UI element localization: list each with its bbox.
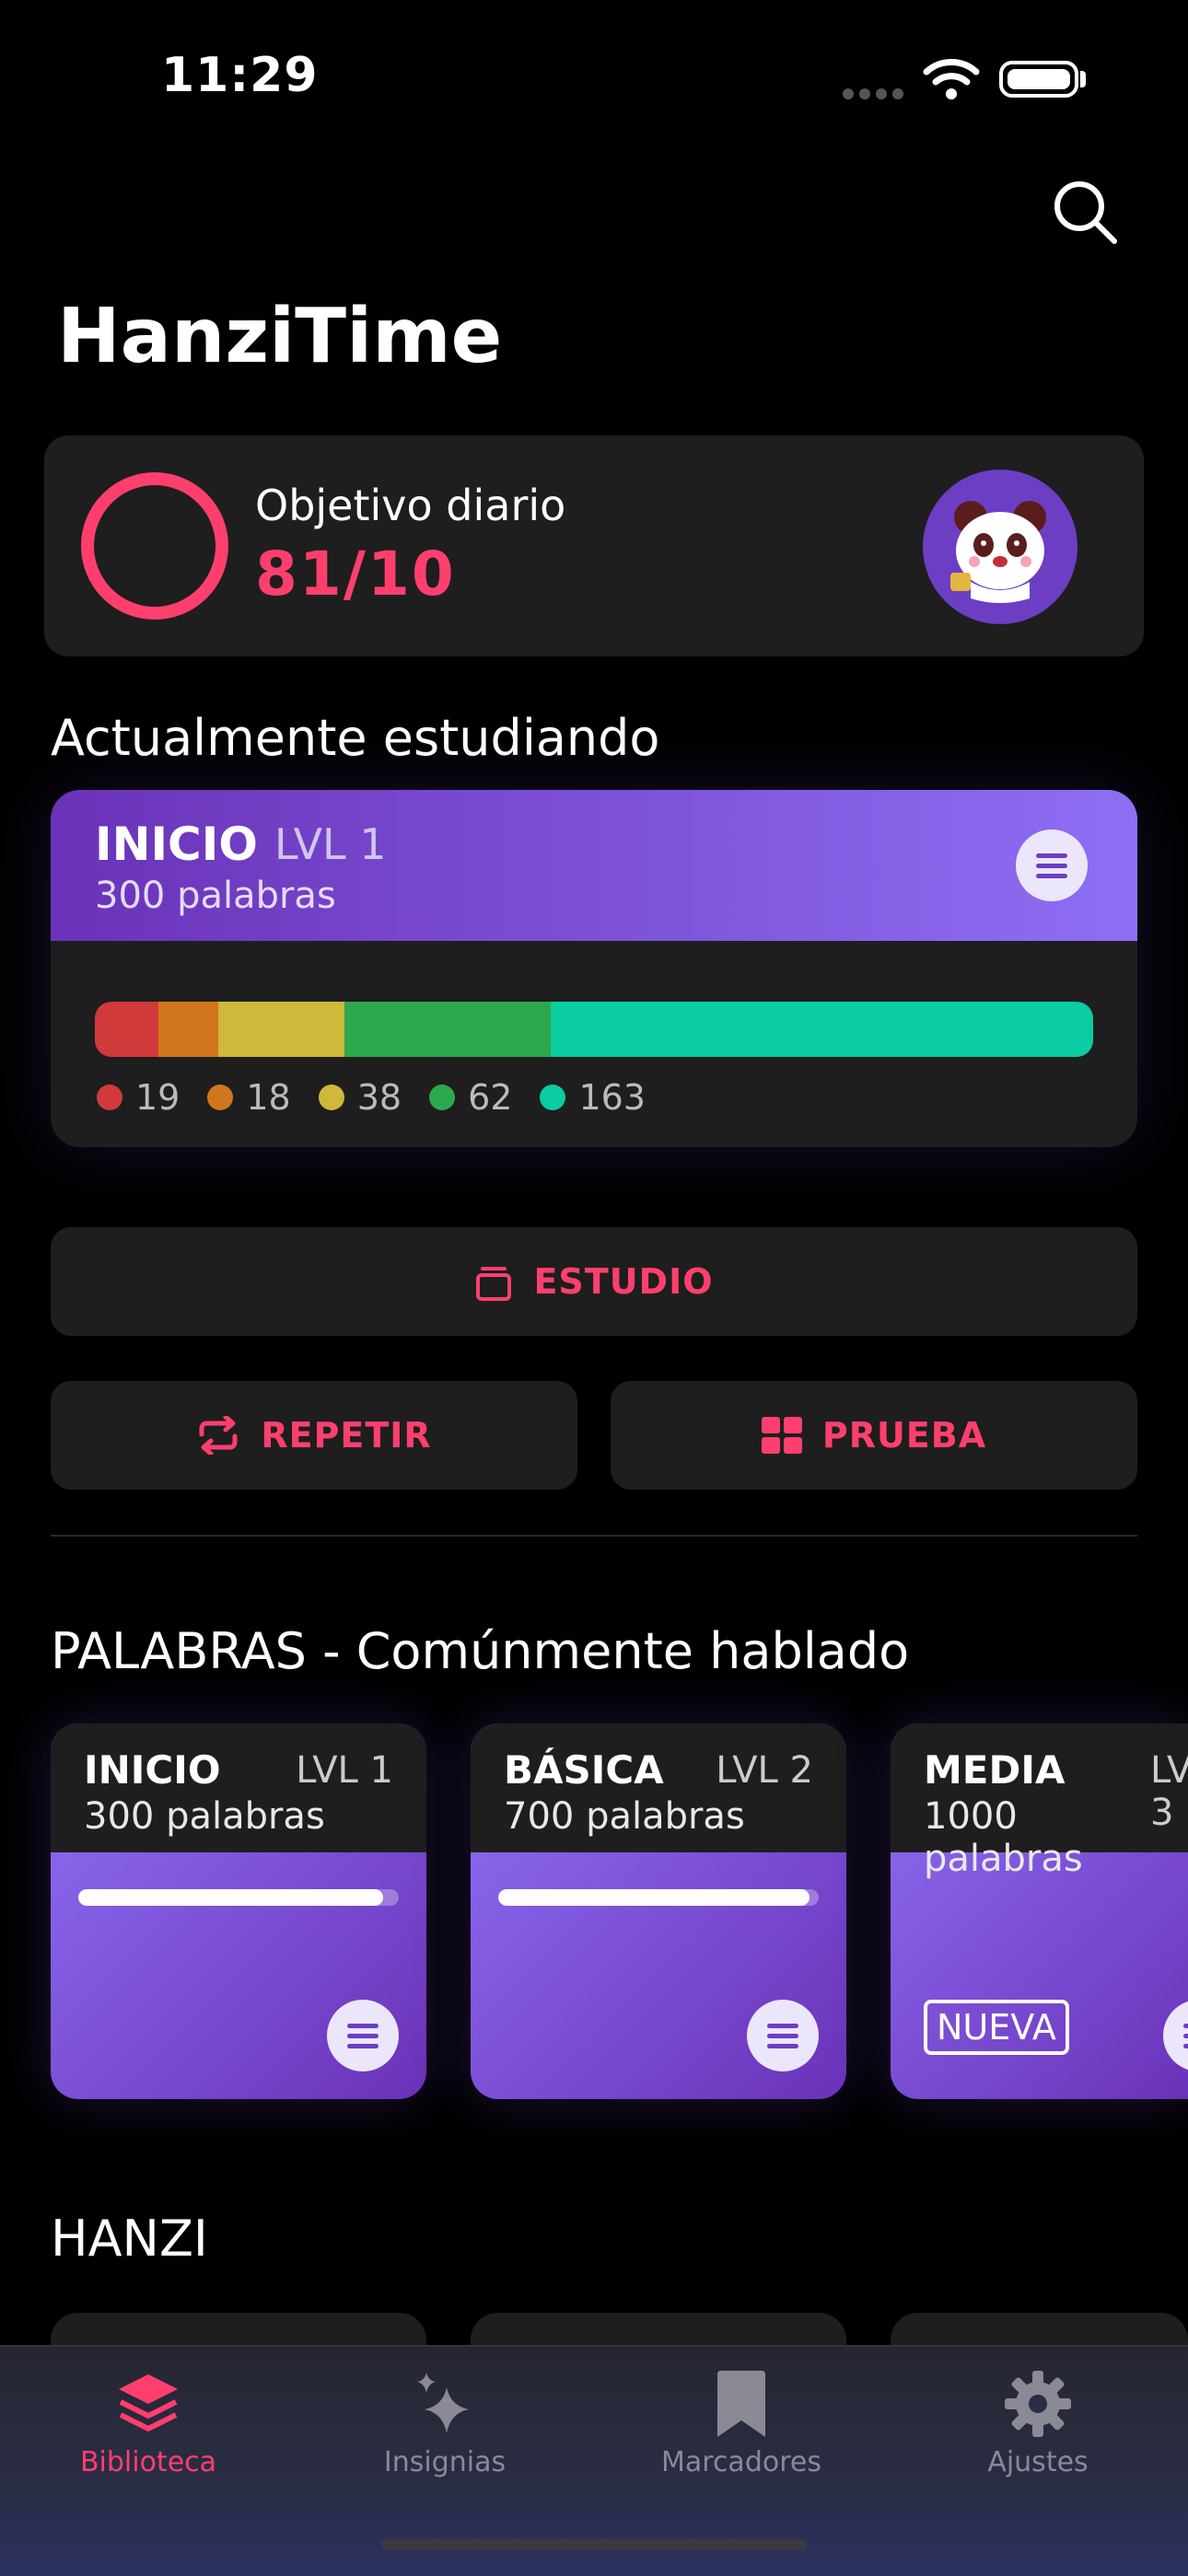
- test-button[interactable]: PRUEBA: [611, 1381, 1137, 1490]
- battery-icon: [999, 61, 1078, 98]
- legend-dot-icon: [429, 1085, 456, 1110]
- study-button[interactable]: ESTUDIO: [51, 1227, 1137, 1336]
- course-tile[interactable]: MEDIA LVL 3 1000 palabras NUEVA: [891, 1723, 1188, 2099]
- course-words: 700 palabras: [504, 1795, 745, 1838]
- progress-segment: [95, 1002, 158, 1057]
- tab-label: Marcadores: [661, 2446, 821, 2478]
- legend-item: 18: [207, 1077, 291, 1118]
- cards-icon: [476, 1267, 512, 1301]
- legend-item: 38: [318, 1077, 402, 1118]
- legend-dot-icon: [540, 1085, 566, 1110]
- words-section-title: PALABRAS - Comúnmente hablado: [51, 1622, 910, 1680]
- current-course-name: INICIO: [95, 818, 258, 871]
- repeat-label: REPETIR: [261, 1415, 432, 1456]
- progress-bar: [95, 1002, 1093, 1057]
- progress-segment: [344, 1002, 551, 1057]
- tab-ajustes[interactable]: Ajustes: [890, 2361, 1186, 2478]
- progress-segment: [217, 1002, 344, 1057]
- legend-count: 38: [356, 1077, 402, 1118]
- tab-label: Insignias: [383, 2446, 507, 2478]
- study-label: ESTUDIO: [533, 1261, 714, 1302]
- legend-dot-icon: [97, 1085, 122, 1110]
- legend-item: 19: [97, 1077, 180, 1118]
- legend-count: 62: [468, 1077, 513, 1118]
- battery-tip: [1080, 71, 1086, 87]
- sparkles-icon: [417, 2373, 469, 2433]
- grid-icon: [761, 1417, 802, 1454]
- current-course-list-button[interactable]: [1016, 830, 1088, 901]
- legend-count: 163: [578, 1077, 646, 1118]
- progress-legend: 19 18 38 62 163: [97, 1077, 673, 1118]
- current-course-level: LVL 1: [274, 819, 387, 869]
- repeat-button[interactable]: REPETIR: [51, 1381, 577, 1490]
- current-course-words: 300 palabras: [95, 875, 336, 917]
- goal-label: Objetivo diario: [255, 481, 566, 530]
- test-label: PRUEBA: [821, 1415, 987, 1456]
- current-course-card[interactable]: INICIO LVL 1 300 palabras 19 18 38 62 163: [51, 790, 1137, 1147]
- wifi-icon: [923, 59, 980, 99]
- tab-label: Ajustes: [987, 2446, 1089, 2478]
- legend-dot-icon: [318, 1085, 344, 1110]
- new-badge: NUEVA: [924, 2000, 1069, 2055]
- course-progress-fill: [498, 1889, 809, 1906]
- course-list-button[interactable]: [747, 2000, 819, 2071]
- course-tile[interactable]: BÁSICA LVL 2 700 palabras: [471, 1723, 846, 2099]
- page-title: HanziTime: [57, 293, 503, 380]
- progress-segment: [550, 1002, 1093, 1057]
- course-name: INICIO: [84, 1747, 221, 1793]
- search-icon[interactable]: [1048, 175, 1122, 249]
- panda-icon: [950, 501, 1046, 603]
- goal-value: 81/10: [255, 539, 456, 609]
- tab-marcadores[interactable]: Marcadores: [593, 2361, 890, 2478]
- course-level: LVL 1: [296, 1749, 393, 1792]
- divider: [51, 1535, 1137, 1537]
- gear-icon: [1005, 2371, 1071, 2437]
- course-tile[interactable]: INICIO LVL 1 300 palabras: [51, 1723, 426, 2099]
- status-time: 11:29: [161, 48, 319, 103]
- repeat-icon: [199, 1416, 238, 1455]
- signal-icon: [843, 86, 909, 103]
- legend-item: 62: [429, 1077, 512, 1118]
- course-words: 1000 palabras: [924, 1795, 1083, 1880]
- course-name: MEDIA: [924, 1747, 1066, 1793]
- course-name: BÁSICA: [504, 1747, 664, 1793]
- tab-biblioteca[interactable]: Biblioteca: [0, 2361, 297, 2478]
- course-list-button[interactable]: [1163, 2000, 1188, 2071]
- tab-insignias[interactable]: Insignias: [297, 2361, 593, 2478]
- course-progress-bar: [78, 1889, 399, 1906]
- stack-icon: [119, 2374, 178, 2431]
- course-progress-bar: [498, 1889, 819, 1906]
- legend-count: 18: [246, 1077, 291, 1118]
- home-indicator: [381, 2539, 807, 2550]
- course-level: LVL 2: [716, 1749, 813, 1792]
- legend-dot-icon: [207, 1085, 234, 1110]
- panda-avatar[interactable]: [923, 470, 1077, 624]
- tab-label: Biblioteca: [79, 2446, 217, 2478]
- course-list-button[interactable]: [327, 2000, 399, 2071]
- legend-count: 19: [135, 1077, 181, 1118]
- legend-item: 163: [540, 1077, 646, 1118]
- course-words: 300 palabras: [84, 1795, 325, 1838]
- current-section-title: Actualmente estudiando: [51, 709, 660, 767]
- course-progress-fill: [78, 1889, 383, 1906]
- hanzi-section-title: HANZI: [51, 2210, 208, 2268]
- progress-segment: [157, 1002, 218, 1057]
- goal-ring-icon: [81, 472, 228, 620]
- bookmark-icon: [717, 2371, 765, 2437]
